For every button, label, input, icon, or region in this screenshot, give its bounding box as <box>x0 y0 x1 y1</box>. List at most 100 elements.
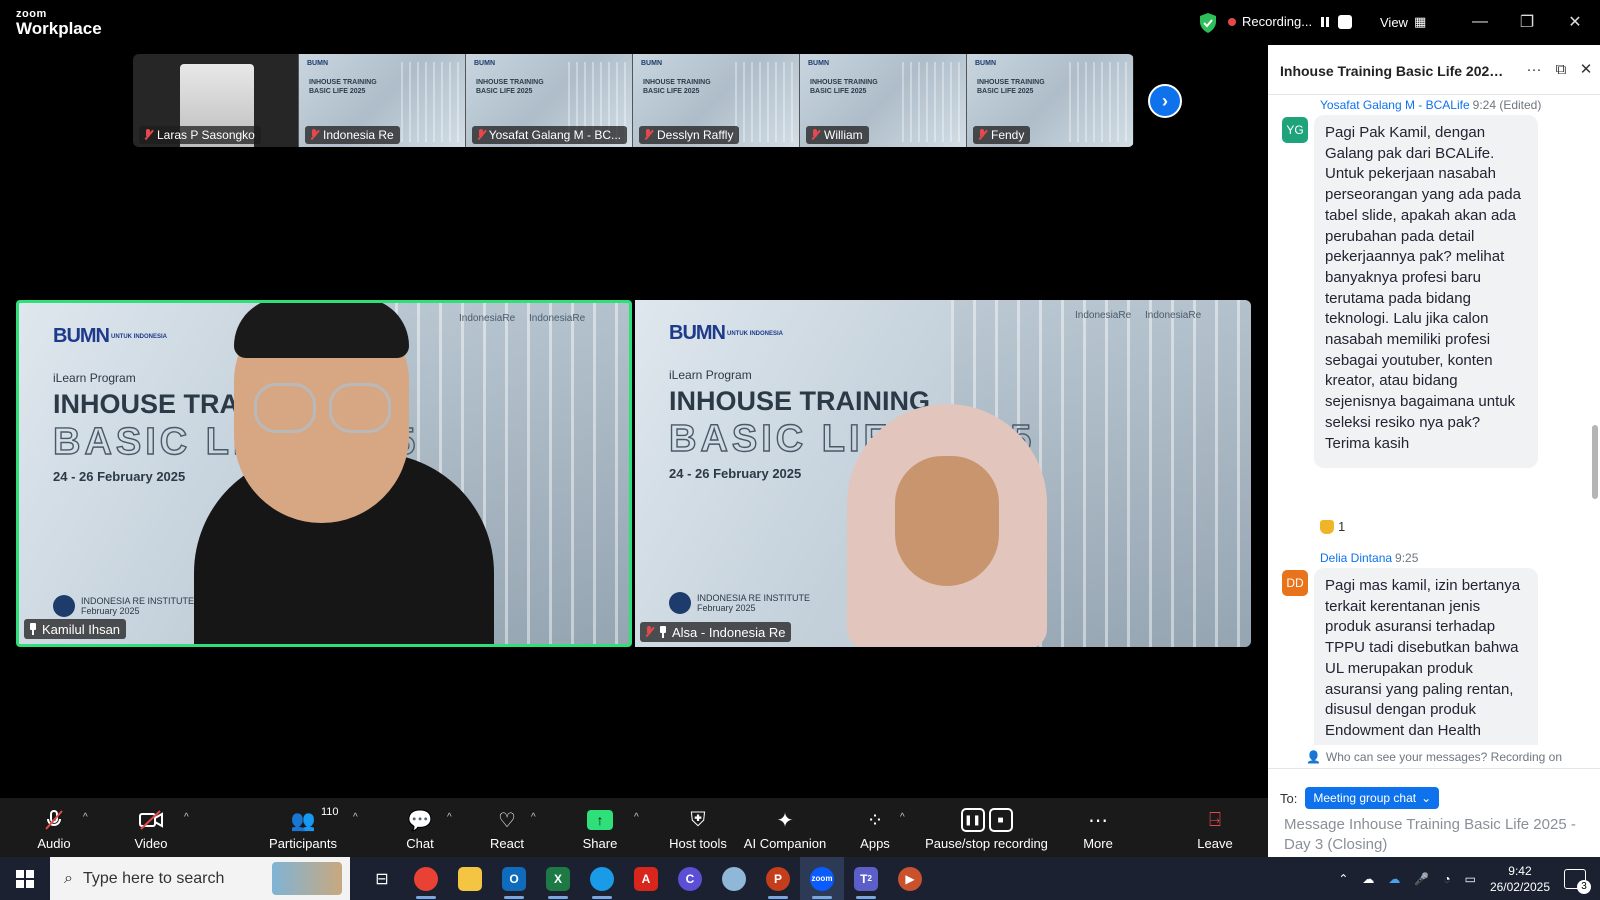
onedrive-icon[interactable]: ☁ <box>1388 872 1400 886</box>
next-page-chevron-icon[interactable]: › <box>1148 84 1182 118</box>
react-button[interactable]: ♡ React <box>487 798 527 857</box>
chat-button[interactable]: 💬 Chat <box>400 798 440 857</box>
chat-panel: Inhouse Training Basic Life 2025 - ... ·… <box>1268 45 1600 889</box>
bumn-logo-text: BUMN <box>53 325 110 347</box>
outlook-glyph: O <box>502 866 526 891</box>
institute-name: INDONESIA RE INSTITUTE <box>697 593 811 603</box>
edge-glyph <box>590 866 614 891</box>
react-options-caret-icon[interactable]: ^ <box>531 812 536 823</box>
react-heart-icon: ♡ <box>498 809 516 832</box>
participant-tile[interactable]: BUMN INHOUSE TRAINING BASIC LIFE 2025 Wil… <box>799 54 966 147</box>
start-button[interactable] <box>0 857 50 900</box>
slide-background <box>735 62 795 142</box>
more-icon: ⋯ <box>1088 809 1108 832</box>
participant-tile[interactable]: Laras P Sasongko <box>133 54 298 147</box>
audio-label: Audio <box>37 836 71 851</box>
windows-taskbar: ⌕ Type here to search ⊟ O X A C P zoom T… <box>0 857 1600 900</box>
media-player-icon[interactable]: ▶ <box>888 857 932 900</box>
microphone-icon[interactable]: 🎤 <box>1414 872 1429 886</box>
audio-options-caret-icon[interactable]: ^ <box>83 812 88 823</box>
participant-tile[interactable]: BUMN INHOUSE TRAINING BASIC LIFE 2025 Yos… <box>465 54 632 147</box>
reaction-badge[interactable]: 1 <box>1320 519 1345 534</box>
chat-scrollbar[interactable] <box>1592 425 1598 499</box>
chevron-up-icon[interactable]: ⌃ <box>1338 872 1348 886</box>
taskbar-search[interactable]: ⌕ Type here to search <box>50 857 350 900</box>
apps-options-caret-icon[interactable]: ^ <box>900 812 905 823</box>
edge-icon[interactable] <box>580 857 624 900</box>
acrobat-icon[interactable]: A <box>624 857 668 900</box>
apps-icon: ⁘ <box>866 809 884 832</box>
clock[interactable]: 9:42 26/02/2025 <box>1490 863 1550 895</box>
audio-button[interactable]: Audio <box>34 798 74 857</box>
participant-video[interactable]: BUMN UNTUK INDONESIA IndonesiaRe Indonesi… <box>635 300 1251 647</box>
active-speaker-video[interactable]: BUMN UNTUK INDONESIA IndonesiaRe Indonesi… <box>16 300 632 647</box>
wifi-icon[interactable]: ◔ <box>1443 872 1450 886</box>
display-icon[interactable]: ▭ <box>1465 872 1476 886</box>
more-options-icon[interactable]: ··· <box>1524 59 1544 79</box>
participant-name-tag: Yosafat Galang M - BC... <box>472 126 627 144</box>
teams-icon[interactable]: T2 <box>844 857 888 900</box>
recipient-dropdown[interactable]: Meeting group chat ⌄ <box>1305 787 1440 809</box>
more-button[interactable]: ⋯ More <box>1078 798 1118 857</box>
pin-icon <box>28 623 38 635</box>
file-explorer-icon[interactable] <box>448 857 492 900</box>
mini-bumn-logo: BUMN <box>975 60 996 67</box>
participant-tile[interactable]: BUMN INHOUSE TRAINING BASIC LIFE 2025 Ind… <box>298 54 465 147</box>
leave-button[interactable]: ⍈ Leave <box>1195 798 1235 857</box>
task-view-icon[interactable]: ⊟ <box>360 857 404 900</box>
chrome-icon[interactable] <box>404 857 448 900</box>
speaker-name-tag: Kamilul Ihsan <box>24 619 127 639</box>
paint-icon[interactable] <box>712 857 756 900</box>
host-tools-button[interactable]: ⛨ Host tools <box>663 798 733 857</box>
privacy-notice[interactable]: 👤 Who can see your messages? Recording o… <box>1268 745 1600 769</box>
slide-date: 24 - 26 February 2025 <box>53 469 186 484</box>
institute-logo: INDONESIA RE INSTITUTE February 2025 <box>53 595 194 617</box>
mic-muted-icon <box>643 129 653 141</box>
participant-tile[interactable]: BUMN INHOUSE TRAINING BASIC LIFE 2025 Fen… <box>966 54 1133 147</box>
participant-name: Desslyn Raffly <box>657 128 734 142</box>
video-button[interactable]: Video <box>131 798 171 857</box>
share-options-caret-icon[interactable]: ^ <box>634 812 639 823</box>
close-icon[interactable]: ✕ <box>1563 10 1587 34</box>
message-time: 9:25 <box>1395 551 1419 565</box>
ai-sparkle-icon: ✦ <box>776 809 794 832</box>
participants-options-caret-icon[interactable]: ^ <box>353 812 358 823</box>
glasses-right <box>329 383 391 433</box>
participant-name-tag: William <box>806 126 869 144</box>
notification-count: 3 <box>1577 879 1591 894</box>
participants-icon: 👥 <box>290 809 316 832</box>
chat-options-caret-icon[interactable]: ^ <box>447 812 452 823</box>
share-button[interactable]: ↑ Share <box>580 798 620 857</box>
participant-tile[interactable]: BUMN INHOUSE TRAINING BASIC LIFE 2025 Des… <box>632 54 799 147</box>
reaction-count: 1 <box>1338 519 1346 534</box>
recording-indicator: Recording... <box>1228 14 1353 29</box>
mini-bumn-logo: BUMN <box>641 60 662 67</box>
apps-button[interactable]: ⁘ Apps <box>855 798 895 857</box>
pop-out-icon[interactable]: ⧉ <box>1551 59 1571 79</box>
weather-cloud-icon[interactable]: ☁ <box>1362 872 1374 886</box>
message-bubble[interactable]: Pagi Pak Kamil, dengan Galang pak dari B… <box>1314 115 1538 468</box>
minimize-icon[interactable]: — <box>1468 10 1492 34</box>
bumn-logo-text: BUMN <box>669 322 726 344</box>
video-options-caret-icon[interactable]: ^ <box>184 812 189 823</box>
stop-recording-icon[interactable] <box>1338 14 1353 29</box>
speaker-hair <box>234 303 409 358</box>
encryption-shield-icon[interactable] <box>1198 12 1218 34</box>
mic-muted-icon <box>143 129 153 141</box>
canva-icon[interactable]: C <box>668 857 712 900</box>
restore-icon[interactable]: ❐ <box>1515 10 1539 34</box>
outlook-icon[interactable]: O <box>492 857 536 900</box>
view-button[interactable]: View ▦ <box>1380 14 1426 30</box>
close-chat-icon[interactable]: ✕ <box>1576 59 1596 79</box>
powerpoint-icon[interactable]: P <box>756 857 800 900</box>
pause-stop-recording-button[interactable]: ❚❚ ■ Pause/stop recording <box>924 798 1049 857</box>
pause-recording-icon[interactable] <box>1318 15 1332 29</box>
notification-icon[interactable]: 3 <box>1564 868 1591 894</box>
message-bubble[interactable]: Pagi mas kamil, izin bertanya terkait ke… <box>1314 568 1538 745</box>
mini-bumn-logo: BUMN <box>474 60 495 67</box>
excel-icon[interactable]: X <box>536 857 580 900</box>
participants-label: Participants <box>269 836 337 851</box>
ai-companion-button[interactable]: ✦ AI Companion <box>740 798 830 857</box>
message-input[interactable]: Message Inhouse Training Basic Life 2025… <box>1284 815 1592 855</box>
zoom-app-icon[interactable]: zoom <box>800 857 844 900</box>
